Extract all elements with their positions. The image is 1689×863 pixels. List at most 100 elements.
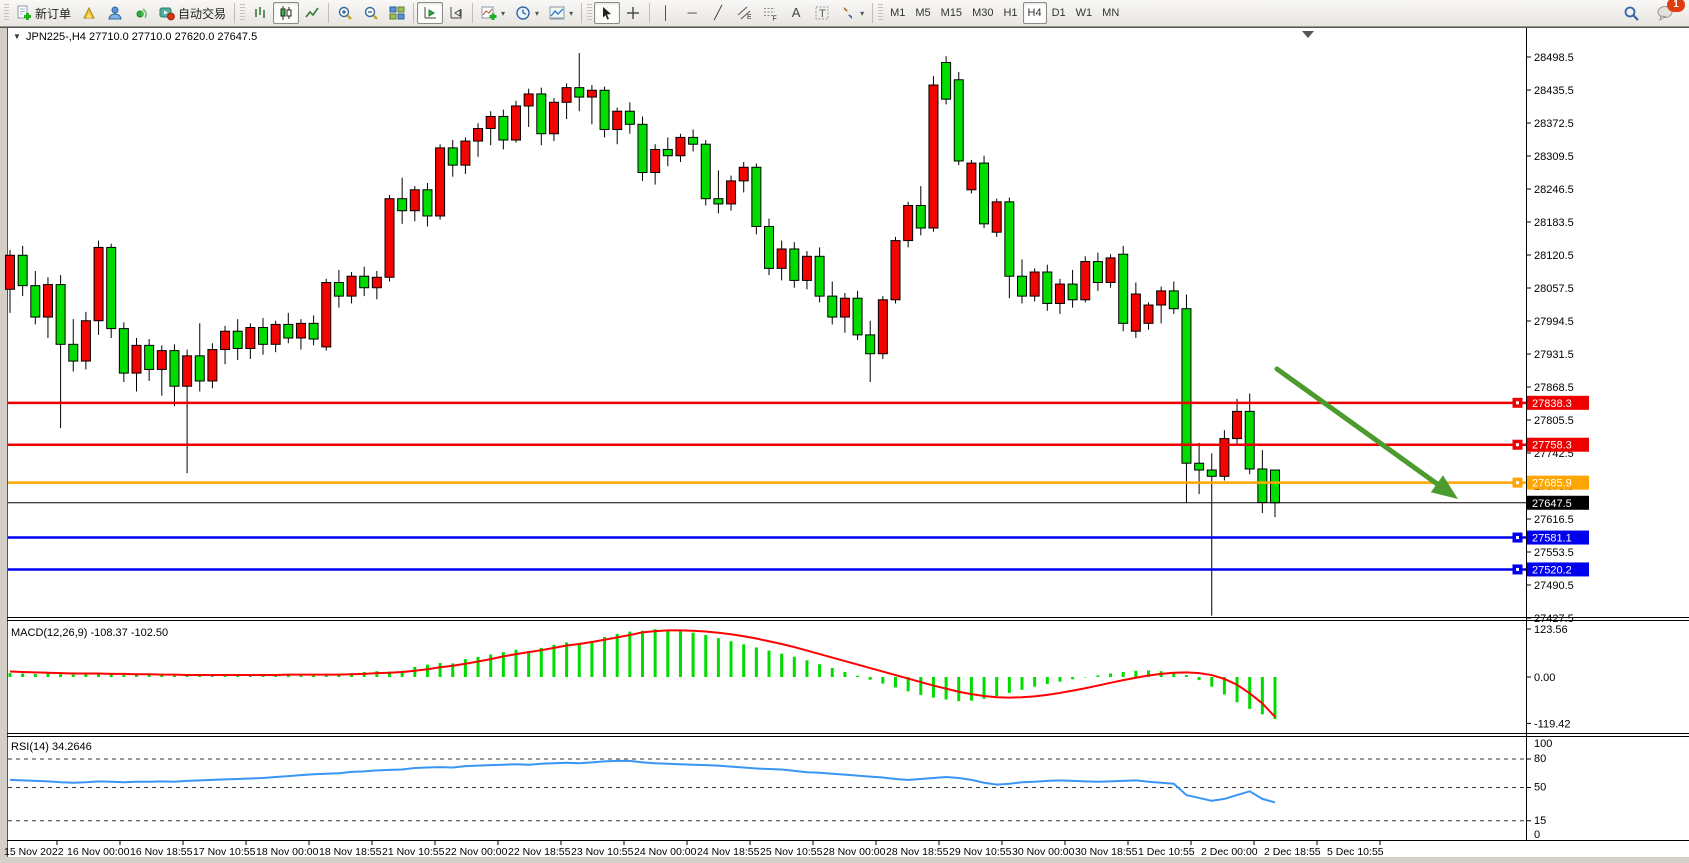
chart-shift-icon	[448, 5, 464, 21]
toolbar-drag-handle	[4, 4, 9, 22]
candle	[107, 244, 116, 338]
candle	[967, 160, 976, 194]
candle	[701, 140, 710, 205]
vertical-line-button[interactable]: │	[653, 2, 679, 24]
symbol-dropdown-caret[interactable]: ▼	[13, 32, 21, 41]
fibonacci-button[interactable]: F	[757, 2, 783, 24]
line-chart-icon	[304, 5, 320, 21]
bar-chart-button[interactable]	[247, 2, 273, 24]
notification-badge: 1	[1667, 0, 1685, 12]
toolbar-drag-handle	[587, 4, 592, 22]
time-axis-label: 2 Dec 00:00	[1201, 846, 1258, 858]
candle	[1030, 268, 1039, 301]
search-icon	[1623, 5, 1640, 22]
candle	[119, 322, 128, 382]
price-axis-label: 28309.5	[1534, 151, 1574, 163]
rsi-axis-label: 100	[1534, 738, 1552, 750]
metaeditor-button[interactable]	[76, 2, 102, 24]
time-axis-label: 24 Nov 18:55	[697, 846, 760, 858]
rsi-indicator-label: RSI(14) 34.2646	[11, 741, 92, 753]
price-badge: 27520.2	[1527, 562, 1589, 576]
candle	[891, 237, 900, 304]
svg-text:T: T	[819, 8, 826, 20]
time-axis-label: 16 Nov 18:55	[130, 846, 193, 858]
rsi-axis-label: 0	[1534, 829, 1540, 841]
timeframe-h1[interactable]: H1	[998, 2, 1022, 24]
community-button[interactable]	[102, 2, 128, 24]
time-axis-label: 15 Nov 2022	[4, 846, 64, 858]
templates-button[interactable]: ▾	[544, 2, 578, 24]
time-axis-label: 28 Nov 00:00	[823, 846, 886, 858]
chart-canvas: ▼ JPN225-,H4 27710.0 27710.0 27620.0 2764…	[0, 0, 1689, 863]
candle	[954, 72, 963, 165]
new-order-button[interactable]: 新订单	[11, 2, 76, 24]
price-axis-label: 27994.5	[1534, 316, 1574, 328]
equidistant-channel-button[interactable]: E	[731, 2, 757, 24]
timeframe-m1[interactable]: M1	[885, 2, 910, 24]
toolbar-separator	[581, 3, 582, 23]
symbol-ohlc-title: JPN225-,H4 27710.0 27710.0 27620.0 27647…	[26, 31, 257, 43]
price-badge: 27647.5	[1527, 496, 1589, 510]
time-axis-label: 5 Dec 10:55	[1327, 846, 1384, 858]
timeframe-m15[interactable]: M15	[936, 2, 967, 24]
horizontal-line-button[interactable]: ─	[679, 2, 705, 24]
periods-button[interactable]: ▾	[510, 2, 544, 24]
zoom-out-button[interactable]	[358, 2, 384, 24]
timeframe-m5[interactable]: M5	[910, 2, 935, 24]
candlestick-chart-button[interactable]	[273, 2, 299, 24]
autotrading-label: 自动交易	[178, 5, 226, 22]
signals-button[interactable]	[128, 2, 154, 24]
chart-shift-button[interactable]	[443, 2, 469, 24]
trendline-button[interactable]: ╱	[705, 2, 731, 24]
text-label-button[interactable]: T	[809, 2, 835, 24]
timeframe-m30[interactable]: M30	[967, 2, 998, 24]
text-button[interactable]: A	[783, 2, 809, 24]
price-axis-label: 28120.5	[1534, 250, 1574, 262]
metaeditor-icon	[81, 5, 97, 21]
timeframe-w1[interactable]: W1	[1071, 2, 1098, 24]
periods-icon	[515, 5, 531, 21]
macd-axis-label: 0.00	[1534, 672, 1555, 684]
candle	[512, 101, 521, 143]
search-button[interactable]	[1618, 2, 1645, 24]
macd-indicator-label: MACD(12,26,9) -108.37 -102.50	[11, 627, 168, 639]
timeframe-h4[interactable]: H4	[1023, 2, 1047, 24]
timeframe-mn[interactable]: MN	[1097, 2, 1124, 24]
crosshair-button[interactable]	[620, 2, 646, 24]
price-axis-label: 27868.5	[1534, 382, 1574, 394]
toolbar-separator	[234, 3, 235, 23]
zoom-in-button[interactable]	[332, 2, 358, 24]
toolbar-drag-handle	[878, 4, 883, 22]
time-axis-label: 1 Dec 10:55	[1138, 846, 1195, 858]
cursor-button[interactable]	[594, 2, 620, 24]
indicators-button[interactable]: ▾	[476, 2, 510, 24]
time-axis-label: 29 Nov 10:55	[949, 846, 1012, 858]
candle	[929, 76, 938, 232]
time-axis-label: 17 Nov 10:55	[193, 846, 256, 858]
price-axis-label: 27553.5	[1534, 547, 1574, 559]
window-left-edge[interactable]	[0, 28, 7, 863]
notifications-button[interactable]: 1	[1651, 2, 1679, 24]
autotrading-button[interactable]: 自动交易	[154, 2, 231, 24]
candle	[81, 312, 90, 370]
text-label-icon: T	[814, 5, 830, 21]
line-chart-button[interactable]	[299, 2, 325, 24]
candle	[904, 202, 913, 248]
timeframe-d1[interactable]: D1	[1047, 2, 1071, 24]
templates-dropdown-caret: ▾	[569, 9, 573, 18]
svg-text:E: E	[747, 14, 752, 21]
signals-icon	[133, 5, 149, 21]
auto-scroll-button[interactable]	[417, 2, 443, 24]
crosshair-icon	[625, 5, 641, 21]
price-axis-label: 28498.5	[1534, 52, 1574, 64]
candle	[1106, 254, 1115, 288]
candle	[980, 156, 989, 228]
arrows-tool-button[interactable]: ▾	[835, 2, 869, 24]
chart-header: ▼ JPN225-,H4 27710.0 27710.0 27620.0 2764…	[13, 31, 257, 43]
rsi-axis-label: 80	[1534, 753, 1546, 765]
new-order-icon	[16, 5, 32, 21]
svg-text:27581.1: 27581.1	[1532, 533, 1572, 545]
candle	[878, 296, 887, 359]
time-axis-label: 18 Nov 18:55	[319, 846, 382, 858]
tile-windows-button[interactable]	[384, 2, 410, 24]
